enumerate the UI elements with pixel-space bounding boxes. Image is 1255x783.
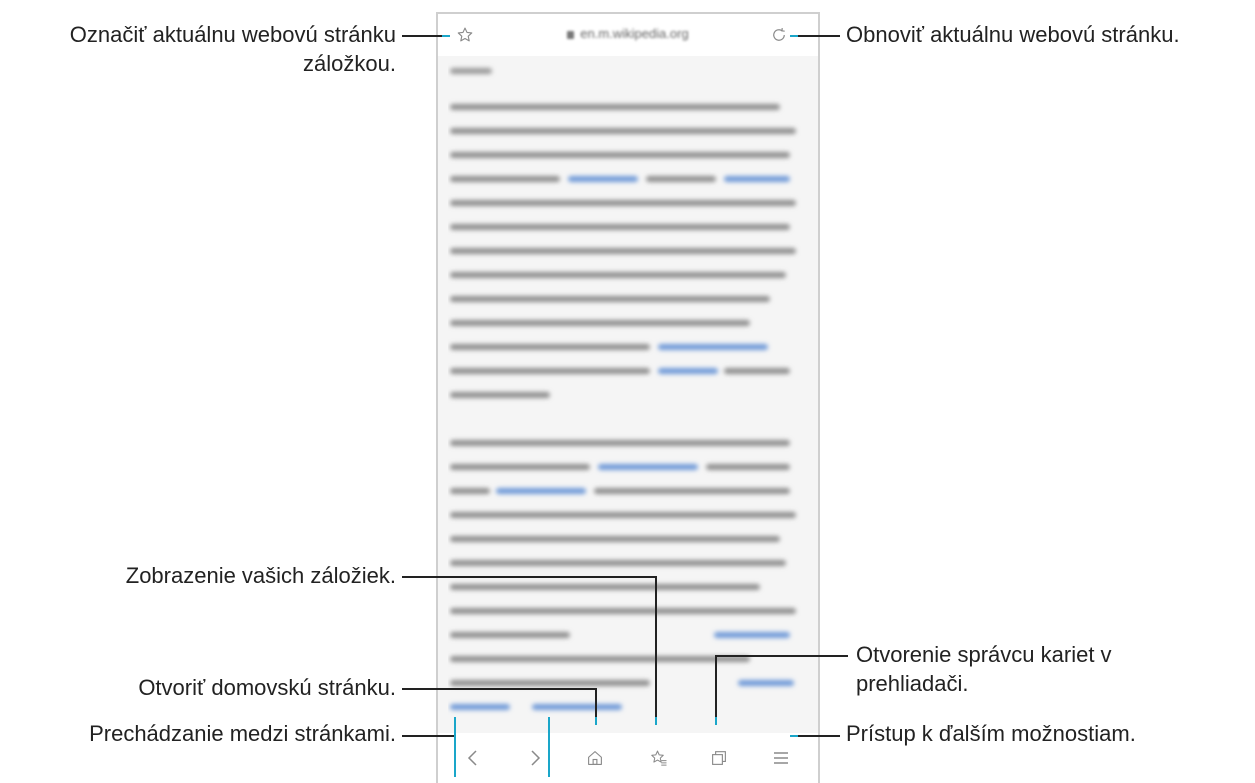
home-icon[interactable]: [582, 745, 608, 771]
more-leader: [796, 735, 840, 737]
view-bookmarks-callout: Zobrazenie vašich záložiek.: [125, 563, 396, 588]
tabs-icon[interactable]: [706, 745, 732, 771]
bookmark-leader: [402, 35, 442, 37]
hamburger-menu-icon[interactable]: [768, 745, 794, 771]
view-bookmarks-leader: [402, 576, 656, 578]
page-content: [438, 56, 818, 733]
url-text[interactable]: en.m.wikipedia.org: [438, 26, 818, 41]
browser-screen: en.m.wikipedia.org: [436, 12, 820, 783]
tabs-leader-tip: [715, 717, 717, 725]
bookmark-callout: Označiť aktuálnu webovú stránku záložkou…: [69, 22, 396, 76]
refresh-icon[interactable]: [768, 24, 790, 46]
refresh-leader: [796, 35, 840, 37]
address-bar[interactable]: en.m.wikipedia.org: [438, 14, 818, 56]
view-bookmarks-leader-tip: [655, 717, 657, 725]
tabs-leader: [716, 655, 848, 657]
blurred-article: [450, 68, 796, 710]
home-callout: Otvoriť domovskú stránku.: [138, 675, 396, 700]
view-bookmarks-leader-vert: [655, 576, 657, 721]
refresh-callout: Obnoviť aktuálnu webovú stránku.: [846, 22, 1180, 47]
star-list-icon[interactable]: [646, 745, 672, 771]
tabs-callout: Otvorenie správcu kariet v prehliadači.: [856, 642, 1112, 696]
bookmark-leader-tip: [442, 35, 450, 37]
home-leader: [402, 688, 596, 690]
refresh-leader-tip: [790, 35, 798, 37]
navigate-bracket: [454, 717, 550, 777]
navigate-callout: Prechádzanie medzi stránkami.: [89, 721, 396, 746]
home-leader-tip: [595, 717, 597, 725]
tabs-leader-vert: [715, 655, 717, 721]
more-leader-tip: [790, 735, 798, 737]
navigate-leader: [402, 735, 454, 737]
more-callout: Prístup k ďalším možnostiam.: [846, 721, 1136, 746]
lock-icon: [567, 30, 575, 39]
